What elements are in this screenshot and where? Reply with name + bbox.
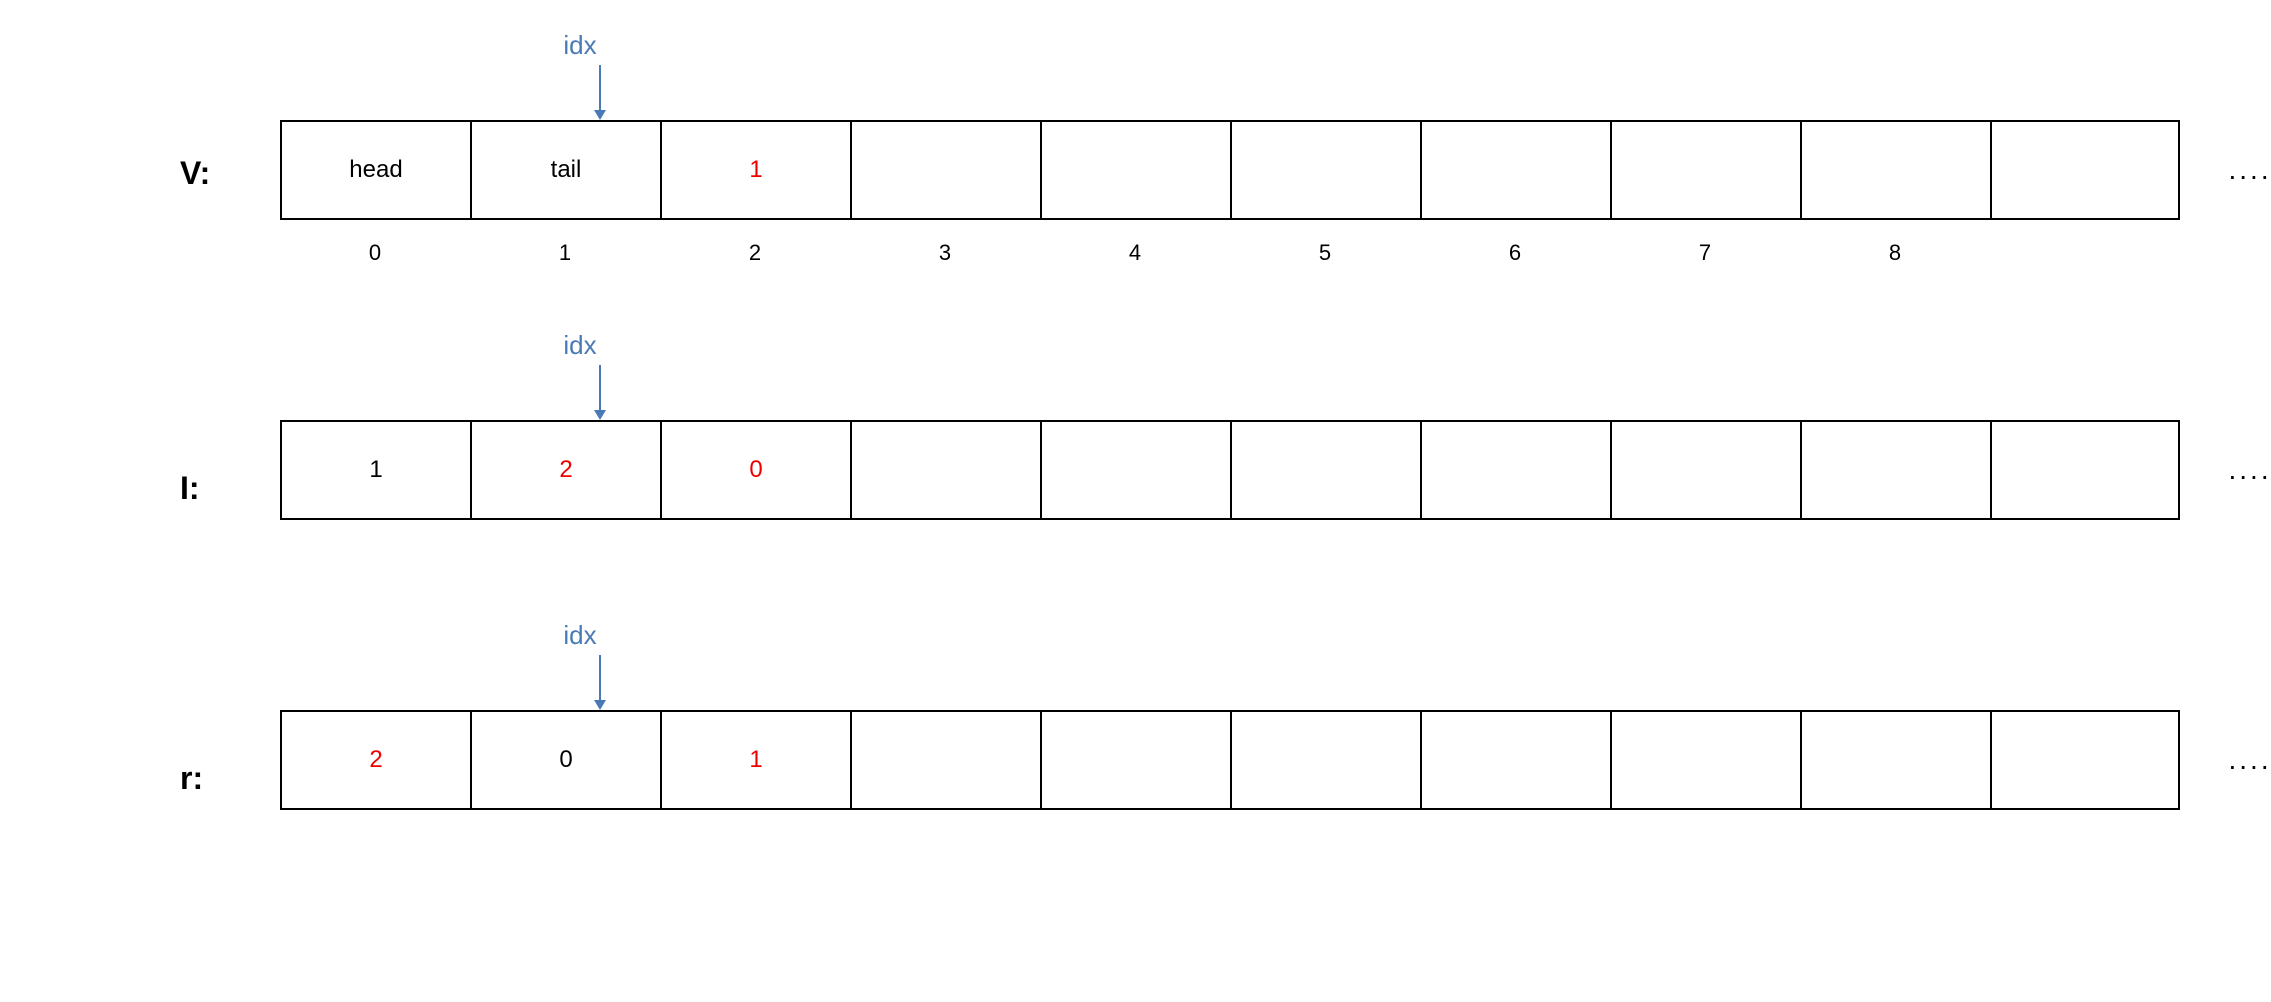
cell-I-7 xyxy=(1612,422,1802,518)
cell-V-7 xyxy=(1612,122,1802,218)
cell-r-9: ......... xyxy=(1992,712,2271,808)
index-V-6: 6 xyxy=(1420,240,1610,266)
index-V-4: 4 xyxy=(1040,240,1230,266)
cell-I-3 xyxy=(852,422,1042,518)
row-label-I: I: xyxy=(180,470,200,507)
cell-I-0: 1 xyxy=(282,422,472,518)
arrow-r xyxy=(588,655,612,710)
cell-r-5 xyxy=(1232,712,1422,808)
cell-I-5 xyxy=(1232,422,1422,518)
cell-I-6 xyxy=(1422,422,1612,518)
cell-V-9: ......... xyxy=(1992,122,2271,218)
cell-V-6 xyxy=(1422,122,1612,218)
cell-r-8 xyxy=(1802,712,1992,808)
cell-r-6 xyxy=(1422,712,1612,808)
diagram-container: V:idxheadtail1.........012345678I:idx120… xyxy=(0,0,2271,1002)
idx-label-r: idx xyxy=(540,620,620,651)
cell-V-1: tail xyxy=(472,122,662,218)
array-r: 201......... xyxy=(280,710,2180,810)
cell-V-8 xyxy=(1802,122,1992,218)
cell-I-9: ......... xyxy=(1992,422,2271,518)
cell-I-8 xyxy=(1802,422,1992,518)
index-V-8: 8 xyxy=(1800,240,1990,266)
cell-r-0: 2 xyxy=(282,712,472,808)
idx-label-V: idx xyxy=(540,30,620,61)
row-label-r: r: xyxy=(180,760,203,797)
cell-V-5 xyxy=(1232,122,1422,218)
cell-r-4 xyxy=(1042,712,1232,808)
row-label-V: V: xyxy=(180,155,210,192)
array-V: headtail1......... xyxy=(280,120,2180,220)
index-row-V: 012345678 xyxy=(280,240,1990,266)
index-V-0: 0 xyxy=(280,240,470,266)
cell-I-1: 2 xyxy=(472,422,662,518)
cell-r-3 xyxy=(852,712,1042,808)
array-I: 120......... xyxy=(280,420,2180,520)
index-V-7: 7 xyxy=(1610,240,1800,266)
index-V-2: 2 xyxy=(660,240,850,266)
arrow-V xyxy=(588,65,612,120)
index-V-1: 1 xyxy=(470,240,660,266)
cell-V-4 xyxy=(1042,122,1232,218)
cell-r-2: 1 xyxy=(662,712,852,808)
cell-I-4 xyxy=(1042,422,1232,518)
index-V-3: 3 xyxy=(850,240,1040,266)
index-V-5: 5 xyxy=(1230,240,1420,266)
cell-V-3 xyxy=(852,122,1042,218)
cell-V-2: 1 xyxy=(662,122,852,218)
arrow-I xyxy=(588,365,612,420)
cell-I-2: 0 xyxy=(662,422,852,518)
cell-V-0: head xyxy=(282,122,472,218)
cell-r-7 xyxy=(1612,712,1802,808)
idx-label-I: idx xyxy=(540,330,620,361)
cell-r-1: 0 xyxy=(472,712,662,808)
